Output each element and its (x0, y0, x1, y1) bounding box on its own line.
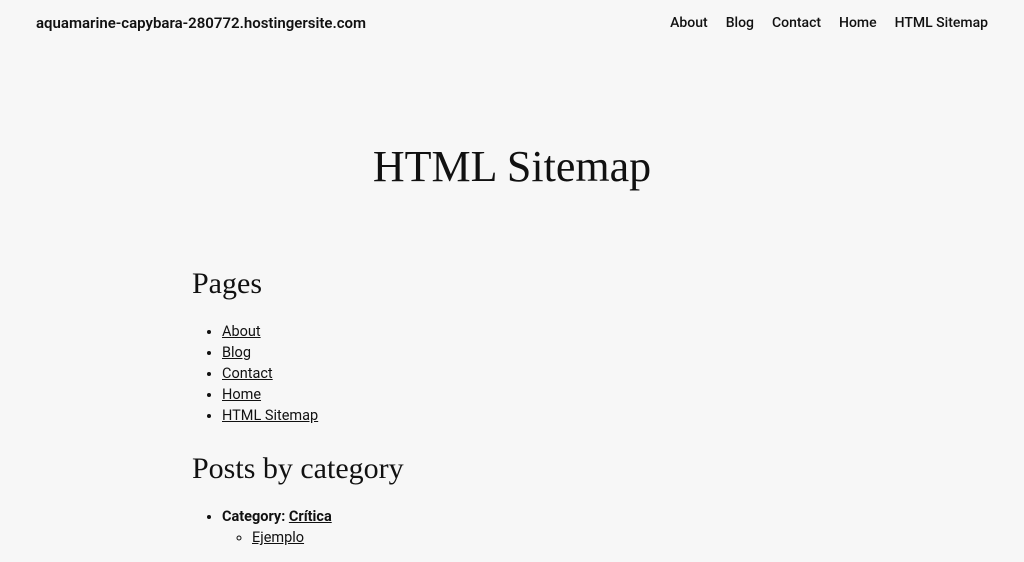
content-body: Pages About Blog Contact Home HTML Sitem… (192, 267, 832, 546)
post-list: Ejemplo (222, 529, 832, 546)
list-item: Ejemplo (252, 529, 832, 546)
category-link-critica[interactable]: Crítica (289, 508, 332, 525)
list-item: HTML Sitemap (222, 407, 832, 424)
page-link-html-sitemap[interactable]: HTML Sitemap (222, 407, 318, 424)
page-title: HTML Sitemap (192, 141, 832, 192)
list-item: About (222, 323, 832, 340)
post-link-ejemplo[interactable]: Ejemplo (252, 529, 304, 546)
list-item: Blog (222, 344, 832, 361)
page-link-blog[interactable]: Blog (222, 344, 251, 361)
pages-heading: Pages (192, 267, 832, 301)
posts-by-category-heading: Posts by category (192, 452, 832, 486)
nav-link-home[interactable]: Home (839, 15, 877, 31)
list-item: Home (222, 386, 832, 403)
category-label-prefix: Category: (222, 508, 289, 525)
nav-link-contact[interactable]: Contact (772, 15, 821, 31)
list-item: Contact (222, 365, 832, 382)
page-link-contact[interactable]: Contact (222, 365, 273, 382)
nav-link-about[interactable]: About (670, 15, 708, 31)
site-title[interactable]: aquamarine-capybara-280772.hostingersite… (36, 14, 366, 32)
main-content: HTML Sitemap Pages About Blog Contact Ho… (192, 46, 832, 546)
pages-list: About Blog Contact Home HTML Sitemap (192, 323, 832, 424)
nav-link-blog[interactable]: Blog (726, 15, 754, 31)
category-item: Category: Crítica Ejemplo (222, 508, 832, 546)
nav-link-html-sitemap[interactable]: HTML Sitemap (895, 15, 988, 31)
primary-nav: About Blog Contact Home HTML Sitemap (670, 15, 988, 31)
site-header: aquamarine-capybara-280772.hostingersite… (0, 0, 1024, 46)
page-link-home[interactable]: Home (222, 386, 261, 403)
page-link-about[interactable]: About (222, 323, 261, 340)
category-list: Category: Crítica Ejemplo (192, 508, 832, 546)
